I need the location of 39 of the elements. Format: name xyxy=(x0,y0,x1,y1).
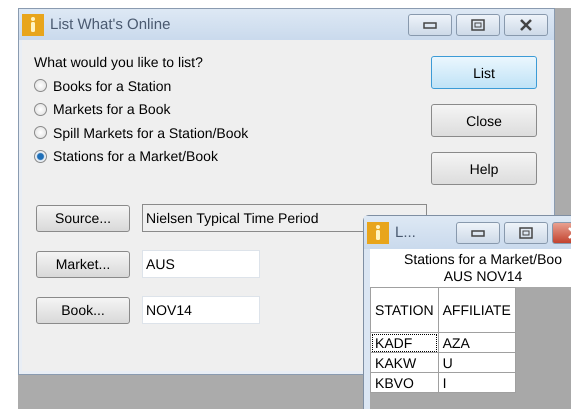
radio-option[interactable]: Spill Markets for a Station/Book xyxy=(34,121,431,144)
radio-button[interactable] xyxy=(34,79,47,92)
window-title: List What's Online xyxy=(50,16,172,33)
picker-button[interactable]: Book... xyxy=(36,296,130,324)
maximize-icon xyxy=(471,18,485,30)
dialog-button[interactable]: List xyxy=(431,56,537,89)
results-subtitle: Stations for a Market/Boo xyxy=(404,251,562,268)
table-cell: I xyxy=(438,372,516,392)
minimize-button[interactable] xyxy=(408,14,452,36)
results-subtitle: AUS NOV14 xyxy=(444,268,522,285)
input-field[interactable]: AUS xyxy=(142,250,260,278)
app-icon xyxy=(367,222,389,244)
close-button[interactable] xyxy=(504,14,548,36)
radio-option[interactable]: Books for a Station xyxy=(34,74,431,98)
table-cell: KAKW xyxy=(370,352,438,372)
dialog-button[interactable]: Close xyxy=(431,104,537,137)
input-field[interactable]: NOV14 xyxy=(142,296,260,324)
app-icon xyxy=(22,14,44,36)
maximize-icon xyxy=(519,226,533,238)
table-cell: KBVO xyxy=(370,372,438,392)
radio-option[interactable]: Markets for a Book xyxy=(34,98,431,121)
table-cell: AZA xyxy=(438,332,516,352)
radio-option[interactable]: Stations for a Market/Book xyxy=(34,144,431,168)
minimize-button[interactable] xyxy=(456,222,500,244)
maximize-button[interactable] xyxy=(504,222,548,244)
minimize-icon xyxy=(423,20,437,28)
prompt-label: What would you like to list? xyxy=(34,54,204,70)
radio-button[interactable] xyxy=(34,150,47,163)
minimize-icon xyxy=(471,228,485,236)
table-cell: KADF xyxy=(370,332,438,352)
table-cell: U xyxy=(438,352,516,372)
maximize-button[interactable] xyxy=(456,14,500,36)
radio-button[interactable] xyxy=(34,102,47,116)
column-header[interactable]: AFFILIATE xyxy=(438,288,516,332)
radio-button[interactable] xyxy=(34,126,47,140)
column-header[interactable]: STATION xyxy=(370,288,438,332)
dialog-button[interactable]: Help xyxy=(431,152,537,185)
close-icon xyxy=(519,18,533,30)
picker-button[interactable]: Market... xyxy=(36,250,130,278)
